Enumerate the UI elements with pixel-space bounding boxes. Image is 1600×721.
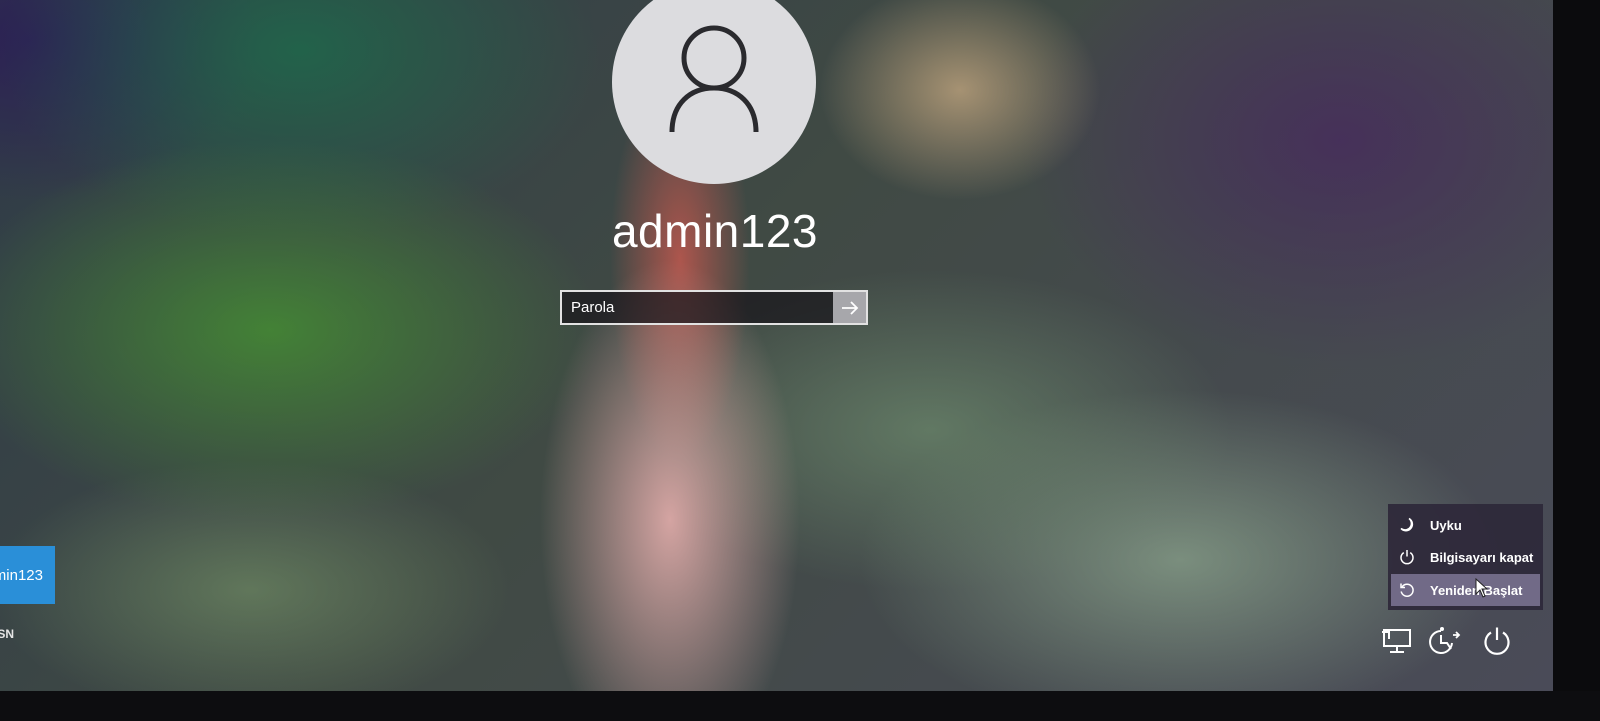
restart-icon xyxy=(1398,581,1416,599)
accessibility-button[interactable] xyxy=(1428,624,1462,658)
password-input[interactable] xyxy=(562,292,832,323)
mouse-cursor-icon xyxy=(1475,578,1489,598)
person-icon xyxy=(669,25,759,133)
network-icon xyxy=(1382,629,1411,653)
arrow-right-icon xyxy=(841,300,858,315)
user-tile-sublabel: SN xyxy=(0,627,14,641)
accessibility-icon xyxy=(1429,627,1461,654)
menu-item-label: Bilgisayarı kapat xyxy=(1430,549,1534,565)
user-switch-tile[interactable]: admin123 xyxy=(0,546,55,604)
user-tile-label: admin123 xyxy=(0,567,43,584)
power-options-menu: Uyku Bilgisayarı kapat Yeniden Başlat xyxy=(1388,504,1543,610)
power-icon xyxy=(1398,548,1416,566)
screen-bezel-bottom xyxy=(0,691,1600,721)
power-icon xyxy=(1484,627,1510,655)
menu-item-shutdown[interactable]: Bilgisayarı kapat xyxy=(1388,541,1543,573)
password-field[interactable] xyxy=(560,290,868,325)
screen-bezel-right xyxy=(1553,0,1600,721)
moon-icon xyxy=(1398,516,1416,534)
menu-item-restart[interactable]: Yeniden Başlat xyxy=(1391,574,1540,606)
submit-button[interactable] xyxy=(833,292,866,323)
lock-screen-background: admin123 admin123 SN Uyku xyxy=(0,0,1553,691)
user-avatar xyxy=(612,0,816,184)
username-label: admin123 xyxy=(611,205,819,257)
menu-item-sleep[interactable]: Uyku xyxy=(1388,509,1543,541)
network-button[interactable] xyxy=(1380,624,1414,658)
menu-item-label: Uyku xyxy=(1430,517,1462,533)
power-button[interactable] xyxy=(1480,624,1514,658)
